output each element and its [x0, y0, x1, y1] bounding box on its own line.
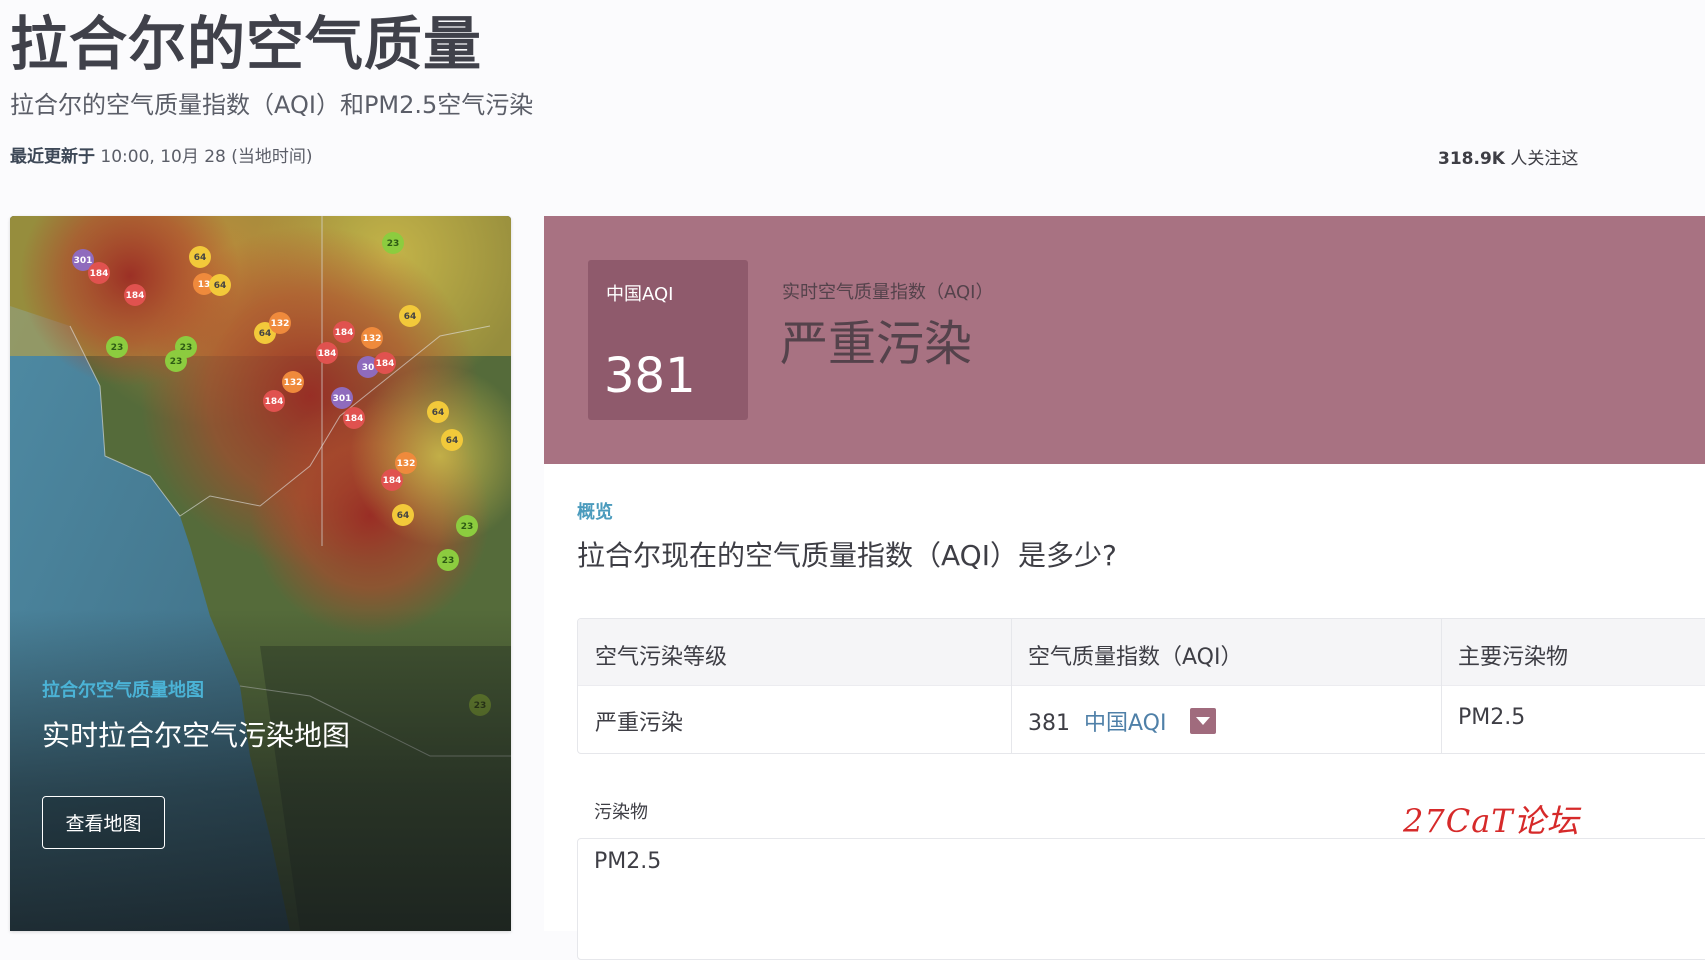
pollutant-card[interactable]: PM2.5 — [577, 838, 1705, 960]
followers-count: 318.9K 人关注这 — [1438, 146, 1578, 172]
aqi-box-label: 中国AQI — [606, 284, 674, 305]
map-caption: 拉合尔空气质量地图 — [42, 680, 204, 701]
cell-pollution-level: 严重污染 — [595, 711, 684, 736]
map-heading: 实时拉合尔空气污染地图 — [42, 719, 351, 752]
last-updated: 最近更新于 10:00, 10月 28 (当地时间) — [10, 144, 313, 170]
followers-number: 318.9K — [1438, 149, 1505, 169]
cell-aqi-value: 381 — [1028, 711, 1070, 736]
aqi-standard-dropdown[interactable] — [1190, 708, 1217, 734]
page-title: 拉合尔的空气质量 — [10, 10, 483, 78]
aqi-standard-link[interactable]: 中国AQI — [1084, 711, 1166, 736]
updated-time: 10:00, 10月 28 (当地时间) — [100, 147, 313, 167]
overview-label: 概览 — [577, 502, 613, 523]
realtime-aqi-label: 实时空气质量指数（AQI） — [782, 282, 994, 303]
page-subtitle: 拉合尔的空气质量指数（AQI）和PM2.5空气污染 — [10, 91, 534, 119]
aqi-header: 中国AQI 381 实时空气质量指数（AQI） 严重污染 — [544, 216, 1705, 464]
overview-question: 拉合尔现在的空气质量指数（AQI）是多少? — [577, 539, 1117, 572]
air-quality-map-card[interactable]: 301 184 184 64 13 64 23 23 23 64 132 64 … — [10, 216, 511, 931]
aqi-level: 严重污染 — [780, 316, 973, 372]
cell-main-pollutant: PM2.5 — [1458, 705, 1526, 730]
pollutant-card-label: PM2.5 — [594, 849, 662, 874]
column-divider — [1011, 619, 1012, 753]
header-aqi: 空气质量指数（AQI） — [1028, 645, 1243, 670]
forum-watermark: 27CaT论坛 — [1403, 802, 1580, 840]
cell-aqi: 381 中国AQI — [1028, 705, 1217, 737]
followers-text: 人关注这 — [1510, 149, 1579, 169]
aqi-value-box: 中国AQI 381 — [588, 260, 748, 420]
updated-label: 最近更新于 — [10, 147, 95, 167]
chevron-down-icon — [1196, 717, 1211, 725]
aqi-summary-table: 空气污染等级 空气质量指数（AQI） 主要污染物 严重污染 381 中国AQI P… — [577, 618, 1705, 754]
header-pollution-level: 空气污染等级 — [595, 645, 728, 670]
column-divider — [1441, 619, 1442, 753]
aqi-value: 381 — [604, 348, 696, 404]
pollutants-label: 污染物 — [594, 802, 648, 823]
view-map-button[interactable]: 查看地图 — [42, 796, 165, 849]
header-main-pollutant: 主要污染物 — [1458, 645, 1569, 670]
